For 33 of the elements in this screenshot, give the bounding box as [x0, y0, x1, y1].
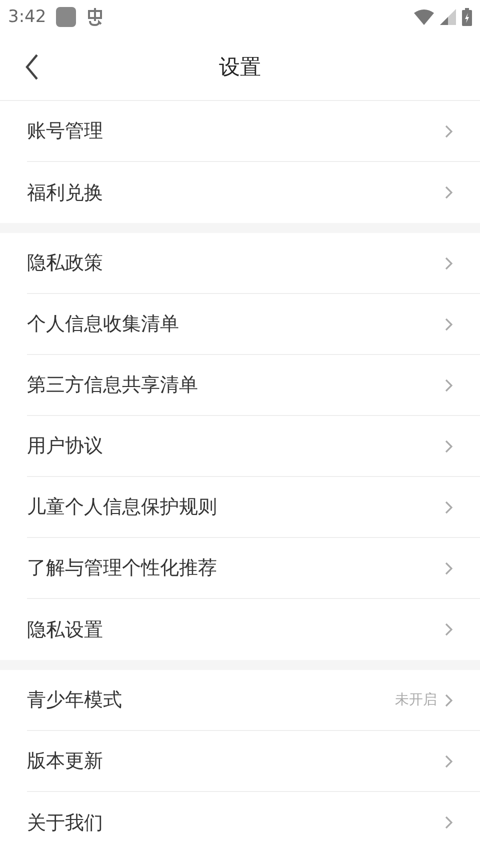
chevron-icon — [445, 623, 453, 636]
chevron-icon — [445, 124, 453, 138]
wifi-icon — [414, 9, 434, 25]
chevron-icon — [445, 816, 453, 829]
app-notification-icon — [86, 7, 104, 27]
status-value: 未开启 — [395, 691, 437, 709]
chevron-icon — [445, 378, 453, 392]
back-icon[interactable] — [25, 54, 39, 80]
settings-row[interactable]: 账号管理 — [27, 101, 480, 162]
chevron-icon — [445, 562, 453, 574]
settings-row[interactable]: 了解与管理个性化推荐 — [27, 538, 480, 599]
settings-row[interactable]: 儿童个人信息保护规则 — [27, 477, 480, 538]
settings-row[interactable]: 关于我们 — [27, 792, 480, 853]
chevron-icon — [445, 694, 453, 706]
signal-icon — [440, 9, 456, 25]
chevron-icon — [445, 440, 453, 452]
settings-row[interactable]: 隐私政策 — [27, 233, 480, 294]
chevron-icon — [445, 500, 453, 514]
settings-row[interactable]: 隐私设置 — [27, 599, 480, 660]
chevron-icon — [445, 186, 453, 199]
settings-row[interactable]: 福利兑换 — [27, 162, 480, 223]
page-title: 设置 — [219, 54, 261, 81]
battery-icon — [462, 8, 472, 26]
settings-row[interactable]: 版本更新 — [27, 731, 480, 792]
settings-row[interactable]: 个人信息收集清单 — [27, 294, 480, 355]
settings-row[interactable]: 第三方信息共享清单 — [27, 355, 480, 416]
chevron-icon — [445, 754, 453, 768]
status-time: 3:42 — [8, 7, 46, 27]
notification-icon — [56, 7, 76, 27]
settings-row[interactable]: 用户协议 — [27, 416, 480, 477]
chevron-icon — [445, 318, 453, 330]
chevron-icon — [445, 256, 453, 270]
settings-row[interactable]: 青少年模式 未开启 — [27, 670, 480, 731]
